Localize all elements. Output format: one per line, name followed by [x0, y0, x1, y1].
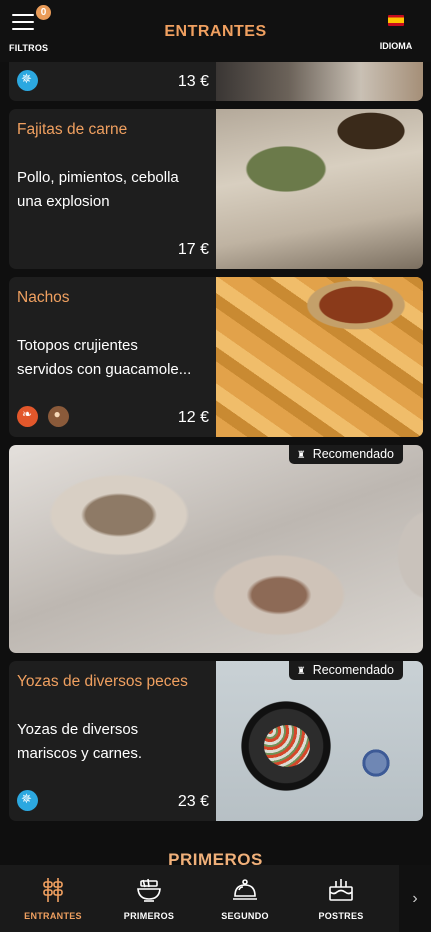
tab-label: PRIMEROS [123, 911, 175, 921]
celery-icon [17, 406, 38, 427]
tab-postres[interactable]: POSTRES [293, 865, 389, 932]
dish-description: Totopos crujientes servidos con guacamol… [17, 337, 192, 378]
dish-name: Yozas de diversos peces [17, 673, 188, 690]
dish-description: Yozas de diversos mariscos y carnes. [17, 721, 143, 762]
cloche-icon: ♜ [296, 450, 306, 461]
filters-label: FILTROS [9, 43, 49, 53]
dish-price: 23 € [177, 793, 209, 810]
dish-price: 13 € [177, 73, 209, 90]
tab-label: SEGUNDO [221, 911, 269, 921]
dish-name: Nachos [17, 289, 70, 306]
dish-card[interactable]: ♜ Recomendado Yozas de diversos peces Yoz… [9, 661, 423, 821]
dish-card[interactable]: Nachos Totopos crujientes servidos con g… [9, 277, 423, 437]
language-button[interactable]: IDIOMA [377, 15, 415, 55]
category-tab-bar: ENTRANTES PRIMEROS SEGUNDO POSTRES › [0, 865, 431, 932]
tab-label: POSTRES [318, 911, 364, 921]
allergen-list [17, 70, 44, 91]
dish-price: 17 € [177, 241, 209, 258]
allergen-list [17, 406, 75, 427]
tab-segundo[interactable]: SEGUNDO [197, 865, 293, 932]
dish-card[interactable]: Fajitas de carne Pollo, pimientos, cebol… [9, 109, 423, 269]
language-label: IDIOMA [379, 41, 413, 51]
dish-name: Fajitas de carne [17, 121, 128, 138]
crustacean-icon [17, 790, 38, 811]
peanut-icon [48, 406, 70, 427]
featured-dish-image[interactable]: ♜ Recomendado [9, 445, 423, 653]
recommended-badge: ♜ Recomendado [288, 661, 403, 680]
crustacean-icon [17, 70, 38, 91]
dish-image [216, 661, 423, 821]
skewers-icon [39, 877, 67, 903]
cloche-icon: ♜ [296, 666, 306, 677]
tab-entrantes[interactable]: ENTRANTES [5, 865, 101, 932]
top-bar: 0 FILTROS ENTRANTES IDIOMA [0, 0, 431, 62]
page-title: ENTRANTES [164, 23, 267, 40]
dish-price: 12 € [177, 409, 209, 426]
cloche-icon [231, 877, 259, 903]
dish-image [216, 277, 423, 437]
soup-bowl-icon [135, 877, 163, 903]
dish-description: Pollo, pimientos, cebolla una explosion [17, 169, 179, 210]
tab-label: ENTRANTES [24, 911, 82, 921]
recommended-badge: ♜ Recomendado [288, 445, 403, 464]
spain-flag-icon [388, 15, 404, 26]
dish-image [216, 109, 423, 269]
menu-page: 0 FILTROS ENTRANTES IDIOMA 13 € Fajitas … [0, 0, 431, 932]
filter-count-badge: 0 [36, 5, 51, 20]
tab-primeros[interactable]: PRIMEROS [101, 865, 197, 932]
chevron-right-icon[interactable]: › [399, 865, 431, 932]
allergen-list [17, 790, 44, 811]
cake-icon [327, 877, 355, 903]
